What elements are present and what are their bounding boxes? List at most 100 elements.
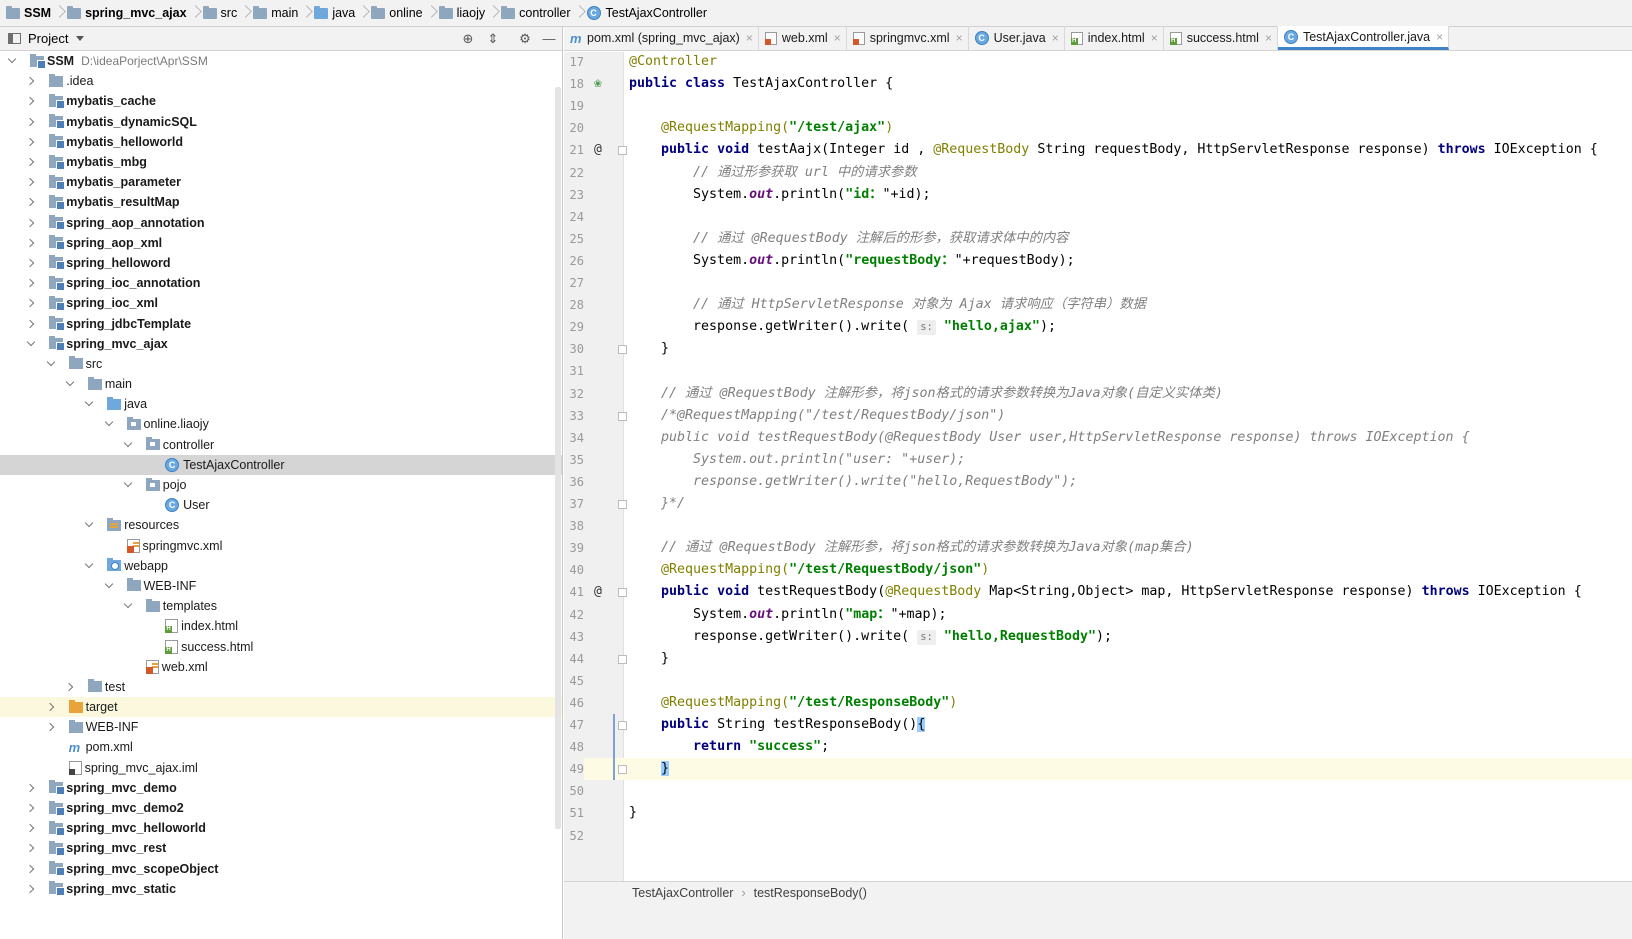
close-icon[interactable]: × <box>834 31 841 45</box>
editor-tab[interactable]: springmvc.xml × <box>847 26 969 50</box>
chevron-down-icon[interactable] <box>83 519 95 531</box>
chevron-right-icon[interactable] <box>25 297 37 309</box>
tree-item[interactable]: spring_jdbcTemplate <box>0 313 562 333</box>
breadcrumb-item[interactable]: spring_mvc_ajax <box>63 0 189 27</box>
project-panel-title[interactable]: Project <box>28 31 68 46</box>
fold-marker-icon[interactable] <box>618 345 627 355</box>
override-at-icon[interactable]: @ <box>594 139 602 161</box>
tree-item[interactable]: resources <box>0 515 562 535</box>
close-icon[interactable]: × <box>1151 31 1158 45</box>
chevron-right-icon[interactable] <box>25 802 37 814</box>
chevron-right-icon[interactable] <box>25 196 37 208</box>
chevron-down-icon[interactable] <box>64 378 76 390</box>
tree-item[interactable]: spring_mvc_ajax <box>0 334 562 354</box>
tree-item[interactable]: mybatis_mbg <box>0 152 562 172</box>
fold-marker-icon[interactable] <box>618 411 627 421</box>
chevron-right-icon[interactable] <box>25 237 37 249</box>
chevron-right-icon[interactable] <box>25 318 37 330</box>
chevron-right-icon[interactable] <box>25 277 37 289</box>
chevron-right-icon[interactable] <box>25 217 37 229</box>
tree-item[interactable]: java <box>0 394 562 414</box>
tree-item[interactable]: springmvc.xml <box>0 536 562 556</box>
tree-item[interactable]: spring_mvc_ajax.iml <box>0 758 562 778</box>
chevron-right-icon[interactable] <box>25 842 37 854</box>
tree-item[interactable]: C User <box>0 495 562 515</box>
tree-item[interactable]: spring_mvc_scopeObject <box>0 859 562 879</box>
locate-icon[interactable]: ⊕ <box>460 31 476 47</box>
close-icon[interactable]: × <box>1052 31 1059 45</box>
tree-item[interactable]: test <box>0 677 562 697</box>
tree-item[interactable]: spring_mvc_helloworld <box>0 818 562 838</box>
chevron-down-icon[interactable] <box>25 338 37 350</box>
chevron-right-icon[interactable] <box>25 257 37 269</box>
tree-item[interactable]: controller <box>0 435 562 455</box>
fold-marker-icon[interactable] <box>618 588 627 598</box>
chevron-right-icon[interactable] <box>25 863 37 875</box>
editor-tab[interactable]: m pom.xml (spring_mvc_ajax) × <box>564 26 759 50</box>
tree-item[interactable]: success.html <box>0 636 562 656</box>
breadcrumb-item[interactable]: main <box>249 0 301 27</box>
editor-tab[interactable]: index.html × <box>1065 26 1164 50</box>
chevron-down-icon[interactable] <box>122 439 134 451</box>
tree-item[interactable]: spring_mvc_rest <box>0 838 562 858</box>
close-icon[interactable]: × <box>746 31 753 45</box>
chevron-right-icon[interactable] <box>25 883 37 895</box>
tree-item[interactable]: index.html <box>0 616 562 636</box>
tree-item[interactable]: main <box>0 374 562 394</box>
editor-tab[interactable]: success.html × <box>1164 26 1278 50</box>
chevron-right-icon[interactable] <box>25 75 37 87</box>
breadcrumb-item[interactable]: src <box>199 0 241 27</box>
chevron-right-icon[interactable] <box>45 721 57 733</box>
chevron-right-icon[interactable] <box>25 116 37 128</box>
tree-item[interactable]: mybatis_parameter <box>0 172 562 192</box>
chevron-down-icon[interactable] <box>76 36 85 41</box>
breadcrumb-item[interactable]: java <box>310 0 358 27</box>
tree-item[interactable]: mybatis_helloworld <box>0 132 562 152</box>
chevron-right-icon[interactable] <box>25 156 37 168</box>
tree-item[interactable]: src <box>0 354 562 374</box>
editor-tab[interactable]: web.xml × <box>759 26 847 50</box>
tree-item[interactable]: m pom.xml <box>0 737 562 757</box>
close-icon[interactable]: × <box>1436 30 1443 44</box>
breadcrumb-class[interactable]: TestAjaxController <box>632 886 733 900</box>
breadcrumb-item[interactable]: liaojy <box>435 0 489 27</box>
tree-item[interactable]: spring_mvc_static <box>0 879 562 899</box>
tree-item[interactable]: pojo <box>0 475 562 495</box>
tree-item[interactable]: SSM D:\ideaPorject\Apr\SSM <box>0 51 562 71</box>
fold-marker-icon[interactable] <box>618 721 627 730</box>
chevron-down-icon[interactable] <box>122 600 134 612</box>
tree-item[interactable]: mybatis_dynamicSQL <box>0 112 562 132</box>
tree-item[interactable]: spring_aop_xml <box>0 233 562 253</box>
chevron-down-icon[interactable] <box>103 418 115 430</box>
close-icon[interactable]: × <box>956 31 963 45</box>
chevron-right-icon[interactable] <box>25 136 37 148</box>
fold-marker-icon[interactable] <box>618 765 627 775</box>
tree-item[interactable]: spring_helloword <box>0 253 562 273</box>
tree-item[interactable]: .idea <box>0 71 562 91</box>
chevron-right-icon[interactable] <box>25 782 37 794</box>
chevron-down-icon[interactable] <box>83 560 95 572</box>
tree-item[interactable]: WEB-INF <box>0 717 562 737</box>
chevron-down-icon[interactable] <box>45 358 57 370</box>
chevron-right-icon[interactable] <box>64 681 76 693</box>
tree-item[interactable]: templates <box>0 596 562 616</box>
close-icon[interactable]: × <box>1265 31 1272 45</box>
chevron-right-icon[interactable] <box>25 822 37 834</box>
chevron-right-icon[interactable] <box>25 95 37 107</box>
breadcrumb-item[interactable]: SSM <box>2 0 54 27</box>
breadcrumb-method[interactable]: testResponseBody() <box>754 886 867 900</box>
breadcrumb-item[interactable]: C TestAjaxController <box>583 0 710 27</box>
fold-marker-icon[interactable] <box>618 654 627 664</box>
tree-item[interactable]: mybatis_resultMap <box>0 192 562 212</box>
breadcrumb-item[interactable]: online <box>367 0 425 27</box>
tree-item[interactable]: spring_mvc_demo <box>0 778 562 798</box>
chevron-down-icon[interactable] <box>103 580 115 592</box>
project-scrollbar[interactable] <box>555 87 561 829</box>
tree-item[interactable]: webapp <box>0 556 562 576</box>
chevron-down-icon[interactable] <box>6 55 18 67</box>
tree-item[interactable]: spring_aop_annotation <box>0 213 562 233</box>
collapse-all-icon[interactable]: ⇕ <box>485 31 501 47</box>
tree-item[interactable]: mybatis_cache <box>0 91 562 111</box>
code-editor[interactable]: 17 @Controller 18 ❀ public class TestAjaxCon… <box>564 52 1632 881</box>
gear-icon[interactable]: ⚙ <box>517 31 533 47</box>
